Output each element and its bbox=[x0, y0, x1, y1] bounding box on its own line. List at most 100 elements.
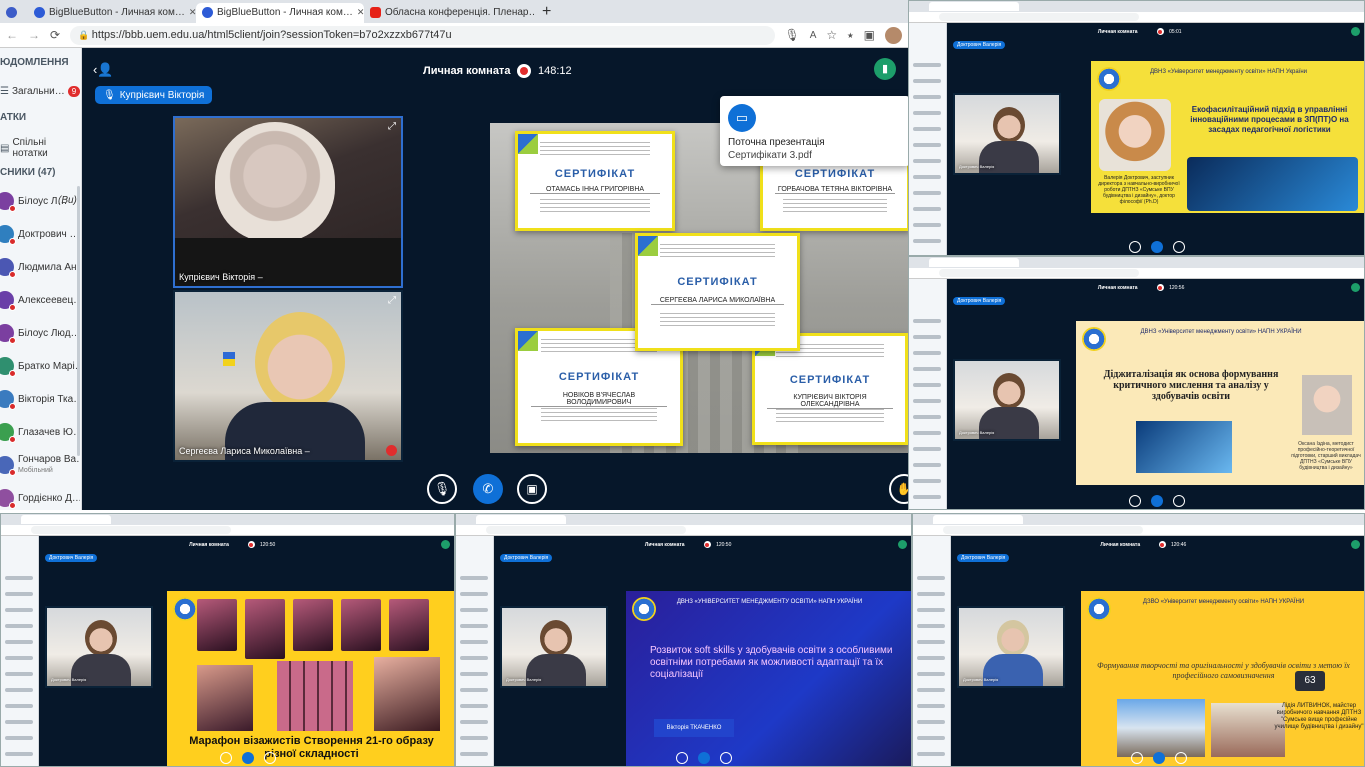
leave-user-list-icon[interactable]: ‹👤 bbox=[93, 62, 114, 78]
recording-indicator[interactable] bbox=[517, 64, 531, 78]
participant-row[interactable]: Братко Марі… bbox=[0, 351, 80, 381]
connection-status-icon[interactable] bbox=[1351, 540, 1360, 549]
participant-row[interactable] bbox=[913, 383, 941, 387]
participant-row[interactable] bbox=[913, 479, 941, 483]
camera-button[interactable] bbox=[1172, 241, 1185, 253]
participant-row[interactable]: Глазачев Ю… bbox=[0, 417, 80, 447]
participant-row[interactable] bbox=[5, 640, 33, 644]
current-presentation-toast[interactable]: ▭ Поточна презентація Сертифікати 3.pdf bbox=[720, 96, 908, 166]
participant-row[interactable] bbox=[917, 688, 945, 692]
participant-row[interactable] bbox=[5, 656, 33, 660]
camera-button[interactable] bbox=[1172, 495, 1185, 507]
participant-row[interactable] bbox=[917, 656, 945, 660]
video-tile[interactable]: Доктрович Валерія bbox=[957, 606, 1065, 688]
participant-row[interactable]: Людмила Ан… bbox=[0, 252, 80, 282]
tab-2[interactable]: BigBlueButton - Личная ком… ✕ bbox=[196, 2, 364, 23]
tab[interactable] bbox=[929, 258, 1019, 267]
participant-row[interactable] bbox=[460, 704, 488, 708]
presenter-name-pill[interactable]: Доктрович Валерія bbox=[500, 554, 553, 562]
participant-row[interactable] bbox=[5, 720, 33, 724]
participant-row[interactable]: Гончаров Ва… Мобільний bbox=[0, 450, 80, 480]
mute-button[interactable] bbox=[1128, 495, 1141, 507]
participant-row[interactable]: Білоус Л… (Ви) bbox=[0, 186, 80, 216]
connection-status-icon[interactable] bbox=[1351, 283, 1360, 292]
tab[interactable] bbox=[476, 515, 566, 524]
participant-row[interactable] bbox=[913, 431, 941, 435]
presenter-name-pill[interactable]: Доктрович Валерія bbox=[953, 41, 1006, 49]
participant-row[interactable]: Вікторія Тка… bbox=[0, 384, 80, 414]
connection-status-icon[interactable] bbox=[441, 540, 450, 549]
participant-row[interactable] bbox=[460, 624, 488, 628]
presenter-name-pill[interactable]: 🎙 Купрієвич Вікторія bbox=[95, 86, 213, 104]
participant-row[interactable] bbox=[460, 688, 488, 692]
participant-row[interactable] bbox=[913, 127, 941, 131]
participant-row[interactable] bbox=[913, 63, 941, 67]
participant-row[interactable] bbox=[913, 351, 941, 355]
participant-row[interactable] bbox=[5, 624, 33, 628]
thumbnail-slide[interactable]: ДВНЗ «Університет менеджменту освіти» НА… bbox=[1076, 321, 1364, 485]
tab-3[interactable]: Обласна конференція. Пленар…✕ bbox=[364, 3, 534, 23]
connection-status-icon[interactable]: ▮ bbox=[874, 58, 896, 80]
participant-row[interactable] bbox=[917, 576, 945, 580]
participant-row[interactable] bbox=[460, 672, 488, 676]
participant-row[interactable] bbox=[913, 79, 941, 83]
participant-row[interactable] bbox=[917, 608, 945, 612]
thumbnail-slide[interactable]: ДВНЗ «Університет менеджменту освіти» НА… bbox=[1091, 61, 1364, 213]
participant-row[interactable] bbox=[913, 319, 941, 323]
phone-button[interactable] bbox=[1152, 752, 1165, 764]
participant-row[interactable] bbox=[5, 576, 33, 580]
presenter-name-pill[interactable]: Доктрович Валерія bbox=[953, 297, 1006, 305]
participant-row[interactable] bbox=[917, 704, 945, 708]
favorite-icon[interactable]: ☆ bbox=[826, 28, 837, 42]
participant-row[interactable] bbox=[460, 720, 488, 724]
participant-row[interactable] bbox=[913, 111, 941, 115]
participant-row[interactable] bbox=[917, 592, 945, 596]
participant-row[interactable] bbox=[913, 415, 941, 419]
camera-button[interactable] bbox=[1174, 752, 1187, 764]
url-field[interactable]: 🔒 https://bbb.uem.edu.ua/html5client/joi… bbox=[70, 25, 775, 45]
presenter-name-pill[interactable]: Доктрович Валерія bbox=[957, 554, 1010, 562]
close-icon[interactable]: ✕ bbox=[357, 7, 364, 18]
recording-indicator[interactable] bbox=[1156, 284, 1164, 291]
participant-row[interactable] bbox=[913, 335, 941, 339]
participant-row[interactable] bbox=[913, 399, 941, 403]
thumbnail-slide[interactable]: ДЗВО «Університет менеджменту освіти» НА… bbox=[1081, 591, 1364, 766]
back-icon[interactable]: ← bbox=[6, 28, 18, 42]
participant-row[interactable] bbox=[913, 223, 941, 227]
read-aloud-icon[interactable]: A bbox=[810, 30, 817, 41]
participant-row[interactable] bbox=[5, 592, 33, 596]
close-icon[interactable]: ✕ bbox=[189, 7, 196, 18]
participant-row[interactable] bbox=[5, 752, 33, 756]
camera-button[interactable] bbox=[263, 752, 276, 764]
mute-button[interactable] bbox=[1128, 241, 1141, 253]
participant-row[interactable] bbox=[460, 640, 488, 644]
participant-row[interactable] bbox=[913, 367, 941, 371]
participant-row[interactable] bbox=[913, 143, 941, 147]
participant-row[interactable] bbox=[913, 463, 941, 467]
mic-icon[interactable]: 🎙 bbox=[785, 28, 800, 42]
participant-row[interactable] bbox=[460, 576, 488, 580]
thumbnail-slide[interactable]: ДВНЗ «УНІВЕРСИТЕТ МЕНЕДЖМЕНТУ ОСВІТИ» НА… bbox=[626, 591, 911, 766]
mute-button[interactable] bbox=[1130, 752, 1143, 764]
participant-row[interactable]: Гордієнко Д… bbox=[0, 483, 80, 510]
video-tile-2[interactable]: ⤢ Сергеєва Лариса Миколаївна – bbox=[173, 290, 403, 462]
favorites-icon[interactable]: ⭑ bbox=[847, 28, 853, 43]
thumbnail-slide[interactable]: Марафон візажистів Створення 21-го образ… bbox=[167, 591, 454, 766]
participant-row[interactable] bbox=[917, 752, 945, 756]
phone-button[interactable] bbox=[1150, 241, 1163, 253]
participant-row[interactable] bbox=[460, 608, 488, 612]
participant-row[interactable] bbox=[5, 736, 33, 740]
participant-row[interactable] bbox=[460, 656, 488, 660]
tab[interactable] bbox=[933, 515, 1023, 524]
url-field[interactable] bbox=[939, 269, 1139, 277]
participant-row[interactable]: Доктрович … bbox=[0, 219, 80, 249]
shared-notes-item[interactable]: ▤ Спільні нотатки bbox=[0, 137, 81, 159]
participant-row[interactable] bbox=[913, 207, 941, 211]
participant-row[interactable] bbox=[5, 608, 33, 612]
connection-status-icon[interactable] bbox=[898, 540, 907, 549]
video-tile[interactable]: Доктрович Валерія bbox=[953, 359, 1061, 441]
participant-row[interactable] bbox=[913, 191, 941, 195]
presenter-name-pill[interactable]: Доктрович Валерія bbox=[45, 554, 98, 562]
profile-avatar[interactable] bbox=[885, 26, 902, 44]
tab-1[interactable]: BigBlueButton - Личная ком… ✕ bbox=[28, 3, 196, 23]
